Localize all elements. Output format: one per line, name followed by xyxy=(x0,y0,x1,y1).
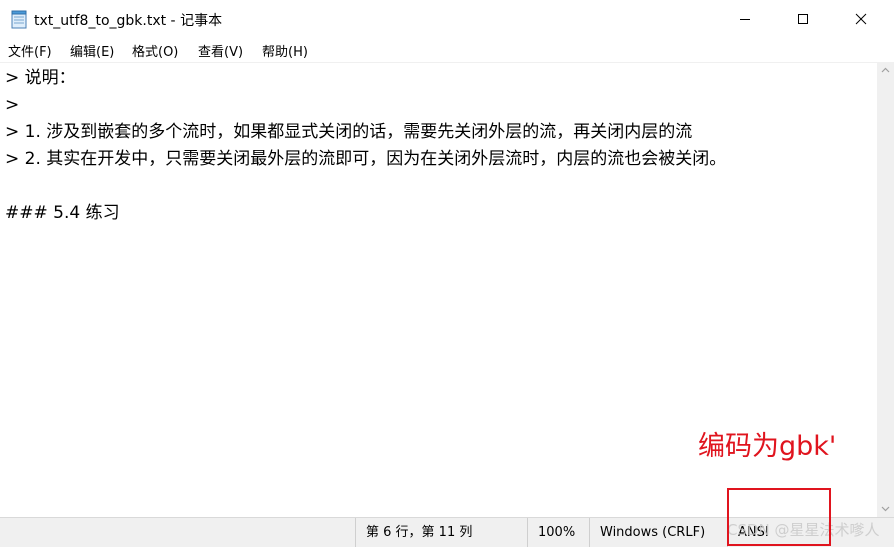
editor-line: > 2. 其实在开发中，只需要关闭最外层的流即可，因为在关闭外层流时，内层的流也… xyxy=(5,149,727,169)
menu-help[interactable]: 帮助(H) xyxy=(262,41,308,60)
annotation-highlight-box xyxy=(727,488,831,546)
window-title: txt_utf8_to_gbk.txt - 记事本 xyxy=(34,13,223,29)
menu-bar: 文件(F) 编辑(E) 格式(O) 查看(V) 帮助(H) xyxy=(0,38,894,62)
menu-edit[interactable]: 编辑(E) xyxy=(70,41,114,60)
scroll-up-icon[interactable] xyxy=(877,62,894,79)
menu-file[interactable]: 文件(F) xyxy=(8,41,52,60)
maximize-button[interactable] xyxy=(780,0,826,38)
maximize-icon xyxy=(798,14,808,24)
close-button[interactable] xyxy=(838,0,884,38)
menu-view[interactable]: 查看(V) xyxy=(198,41,243,60)
minimize-icon xyxy=(740,19,750,20)
status-line-ending: Windows (CRLF) xyxy=(589,518,727,547)
annotation-text: 编码为gbk' xyxy=(698,431,837,462)
notepad-icon xyxy=(11,10,28,29)
minimize-button[interactable] xyxy=(722,0,768,38)
editor-line: > 说明： xyxy=(5,68,76,88)
vertical-scrollbar[interactable] xyxy=(877,62,894,517)
editor-line: > 1. 涉及到嵌套的多个流时，如果都显式关闭的话，需要先关闭外层的流，再关闭内… xyxy=(5,122,693,142)
scroll-down-icon[interactable] xyxy=(877,500,894,517)
menu-format[interactable]: 格式(O) xyxy=(132,41,178,60)
editor-line: ### 5.4 练习 xyxy=(5,203,120,223)
close-icon xyxy=(855,13,867,25)
status-cursor-position: 第 6 行，第 11 列 xyxy=(355,518,527,547)
editor-line: > xyxy=(5,95,20,115)
title-bar: txt_utf8_to_gbk.txt - 记事本 xyxy=(0,0,894,38)
status-zoom: 100% xyxy=(527,518,589,547)
